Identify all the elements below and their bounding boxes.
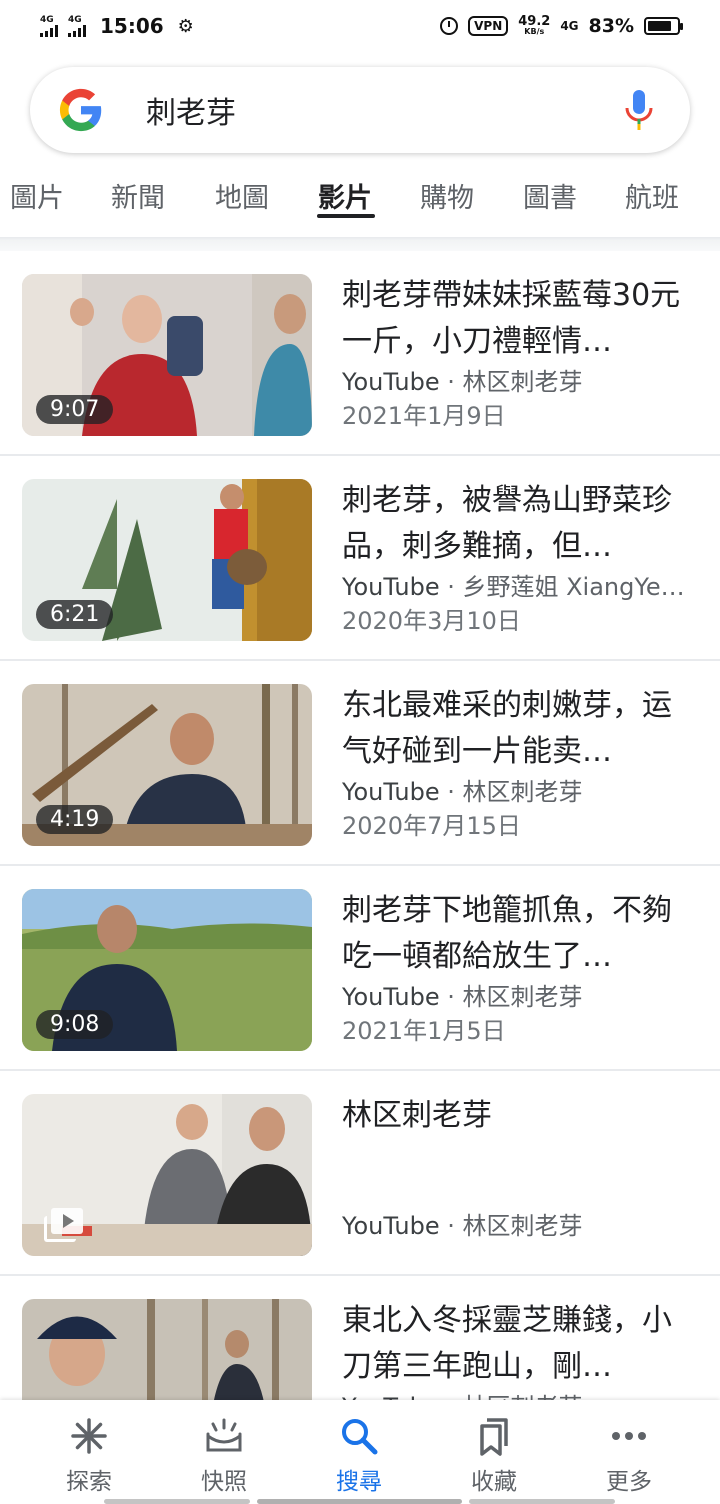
video-channel: · 林区刺老芽 bbox=[439, 778, 583, 806]
signal-2: 4G bbox=[68, 15, 86, 37]
video-source: YouTube bbox=[342, 368, 440, 396]
gesture-bar-segment bbox=[257, 1499, 462, 1504]
video-result[interactable]: 林区刺老芽 YouTube · 林区刺老芽 bbox=[0, 1071, 720, 1276]
collections-icon bbox=[480, 1418, 508, 1456]
video-result[interactable]: 9:07 刺老芽帶妹妹採藍莓30元一斤，小刀禮輕情… YouTube · 林区刺… bbox=[0, 251, 720, 456]
video-date: 2021年1月5日 bbox=[342, 1017, 506, 1045]
gesture-bar-segment bbox=[469, 1499, 615, 1504]
tab-maps[interactable]: 地圖 bbox=[215, 176, 269, 215]
tab-books[interactable]: 圖書 bbox=[523, 176, 577, 215]
nav-search[interactable]: 搜尋 bbox=[309, 1416, 409, 1496]
alarm-icon bbox=[440, 17, 459, 35]
signal-1: 4G bbox=[40, 15, 58, 37]
video-thumbnail[interactable]: 6:21 bbox=[22, 479, 312, 641]
video-title[interactable]: 东北最难采的刺嫩芽，运气好碰到一片能卖… bbox=[342, 683, 692, 775]
gesture-bar-segment bbox=[104, 1499, 250, 1504]
asterisk-icon bbox=[71, 1418, 107, 1454]
video-meta: YouTube · 林区刺老芽 bbox=[342, 980, 692, 1014]
search-icon bbox=[342, 1419, 378, 1455]
video-duration: 9:07 bbox=[36, 395, 114, 424]
tab-news[interactable]: 新聞 bbox=[111, 176, 165, 215]
video-channel: · 林区刺老芽 bbox=[439, 983, 583, 1011]
mic-icon[interactable] bbox=[624, 88, 654, 132]
video-duration: 6:21 bbox=[36, 600, 114, 629]
active-tab-indicator bbox=[317, 214, 375, 218]
nav-collections[interactable]: 收藏 bbox=[444, 1416, 544, 1496]
video-title[interactable]: 刺老芽下地籠抓魚，不夠吃一頓都給放生了… bbox=[342, 888, 692, 980]
nav-discover[interactable]: 探索 bbox=[39, 1416, 139, 1496]
vpn-badge: VPN bbox=[468, 16, 509, 36]
nav-label: 搜尋 bbox=[336, 1469, 382, 1495]
video-thumbnail[interactable]: 9:07 bbox=[22, 274, 312, 436]
nav-more[interactable]: 更多 bbox=[579, 1416, 679, 1496]
video-result[interactable]: 4:19 东北最难采的刺嫩芽，运气好碰到一片能卖… YouTube · 林区刺老… bbox=[0, 661, 720, 866]
nav-label: 更多 bbox=[606, 1469, 652, 1495]
video-date: 2021年1月9日 bbox=[342, 402, 506, 430]
video-channel: · 林区刺老芽 bbox=[439, 368, 583, 396]
battery-percent: 83% bbox=[588, 15, 634, 37]
tab-flights[interactable]: 航班 bbox=[625, 176, 679, 215]
video-source: YouTube bbox=[342, 778, 440, 806]
more-icon bbox=[612, 1432, 646, 1440]
video-date: 2020年7月15日 bbox=[342, 812, 521, 840]
tab-videos[interactable]: 影片 bbox=[318, 176, 372, 215]
search-box[interactable]: 刺老芽 bbox=[30, 67, 690, 153]
nav-snapshot[interactable]: 快照 bbox=[174, 1416, 274, 1496]
tab-shopping[interactable]: 購物 bbox=[420, 176, 474, 215]
video-channel: · 林区刺老芽 bbox=[439, 1212, 583, 1240]
video-title[interactable]: 刺老芽帶妹妹採藍莓30元一斤，小刀禮輕情… bbox=[342, 273, 692, 365]
divider bbox=[0, 237, 720, 251]
video-results: 9:07 刺老芽帶妹妹採藍莓30元一斤，小刀禮輕情… YouTube · 林区刺… bbox=[0, 251, 720, 1481]
video-source: YouTube bbox=[342, 1212, 440, 1240]
tab-images[interactable]: 圖片 bbox=[10, 176, 64, 215]
video-duration: 9:08 bbox=[36, 1010, 114, 1039]
bottom-nav: 探索 快照 搜尋 收藏 更多 bbox=[0, 1400, 720, 1504]
video-duration: 4:19 bbox=[36, 805, 114, 834]
video-thumbnail[interactable] bbox=[22, 1094, 312, 1256]
video-meta: YouTube · 林区刺老芽 bbox=[342, 775, 692, 809]
video-thumbnail[interactable]: 9:08 bbox=[22, 889, 312, 1051]
nav-label: 收藏 bbox=[471, 1469, 517, 1495]
network-type: 4G bbox=[560, 19, 579, 33]
clock: 15:06 bbox=[100, 14, 164, 38]
nav-label: 快照 bbox=[201, 1469, 247, 1495]
gear-icon: ⚙ bbox=[177, 15, 194, 37]
search-input[interactable]: 刺老芽 bbox=[146, 88, 624, 132]
search-tabs: 圖片 新聞 地圖 影片 購物 圖書 航班 bbox=[0, 168, 720, 228]
video-meta: YouTube · 林区刺老芽 bbox=[342, 365, 692, 399]
video-source: YouTube bbox=[342, 573, 440, 601]
video-channel: · 乡野莲姐 XiangYe L… bbox=[439, 573, 692, 601]
video-meta: YouTube · 林区刺老芽 bbox=[342, 1209, 582, 1243]
video-thumbnail[interactable]: 4:19 bbox=[22, 684, 312, 846]
video-result[interactable]: 9:08 刺老芽下地籠抓魚，不夠吃一頓都給放生了… YouTube · 林区刺老… bbox=[0, 866, 720, 1071]
video-title[interactable]: 林区刺老芽 bbox=[342, 1093, 692, 1185]
video-source: YouTube bbox=[342, 983, 440, 1011]
google-logo-icon[interactable] bbox=[58, 87, 104, 133]
video-title[interactable]: 刺老芽，被譽為山野菜珍品，刺多難摘，但… bbox=[342, 478, 692, 570]
playlist-icon bbox=[44, 1208, 84, 1242]
network-speed: 49.2 KB/s bbox=[518, 14, 551, 36]
status-bar: 4G 4G 15:06 ⚙ VPN 49.2 KB/s 4G 83% bbox=[0, 0, 720, 52]
video-date: 2020年3月10日 bbox=[342, 607, 521, 635]
video-meta: YouTube · 乡野莲姐 XiangYe L… bbox=[342, 570, 692, 604]
video-title[interactable]: 東北入冬採靈芝賺錢，小刀第三年跑山，剛… bbox=[342, 1298, 692, 1390]
battery-icon bbox=[644, 17, 683, 35]
nav-label: 探索 bbox=[66, 1469, 112, 1495]
snapshot-icon bbox=[206, 1418, 242, 1452]
video-result[interactable]: 6:21 刺老芽，被譽為山野菜珍品，刺多難摘，但… YouTube · 乡野莲姐… bbox=[0, 456, 720, 661]
